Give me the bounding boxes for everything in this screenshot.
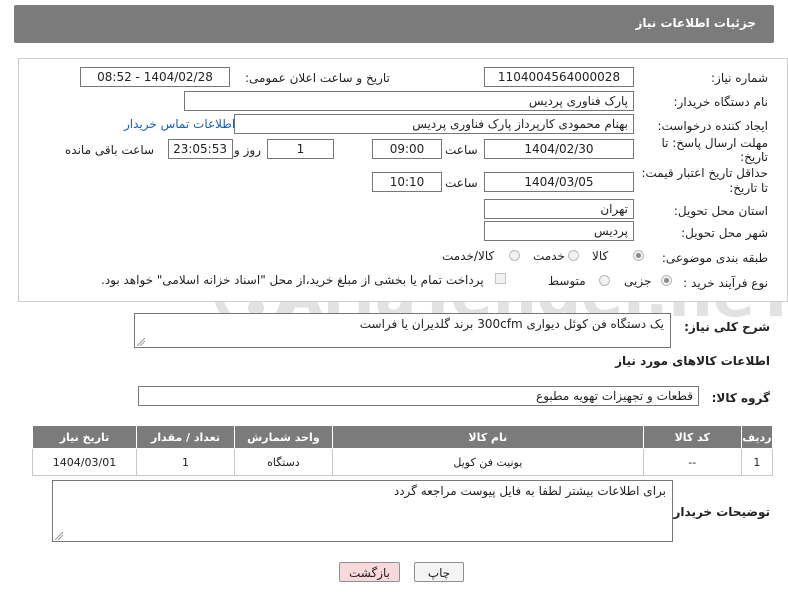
requester-label: ایجاد کننده درخواست: (657, 119, 768, 133)
category-radio-goods-service[interactable] (509, 250, 520, 261)
col-header-code: کد کالا (642, 425, 742, 449)
col-header-need-date: تاریخ نیاز (31, 425, 138, 449)
category-option-goods-service: کالا/خدمت (442, 249, 495, 263)
print-button[interactable]: چاپ (414, 562, 464, 582)
reply-date-field[interactable]: 1404/02/30 (484, 139, 634, 159)
province-label: استان محل تحویل: (673, 204, 768, 218)
cell-item-name: یونیت فن کویل (331, 448, 644, 476)
need-number-label: شماره نیاز: (711, 71, 768, 85)
treasury-payment-note: پرداخت تمام یا بخشی از مبلغ خرید،از محل … (101, 273, 484, 287)
resize-grip-icon[interactable] (137, 338, 145, 346)
announce-datetime-label: تاریخ و ساعت اعلان عمومی: (245, 71, 390, 85)
remaining-time-field[interactable]: 23:05:53 (168, 139, 233, 159)
purchase-type-radio-minor[interactable] (661, 275, 672, 286)
cell-quantity: 1 (136, 448, 235, 476)
col-header-row: ردیف (740, 425, 774, 449)
page-title: جزئیات اطلاعات نیاز (635, 16, 756, 30)
price-validity-time-field[interactable]: 10:10 (372, 172, 442, 192)
purchase-type-option-minor: جزیی (624, 274, 652, 288)
remaining-time-label: ساعت باقی مانده (65, 143, 155, 157)
table-row: 1 -- یونیت فن کویل دستگاه 1 1404/03/01 (31, 448, 774, 476)
summary-label: شرح کلی نیاز: (684, 320, 770, 334)
province-field[interactable]: تهران (484, 199, 634, 219)
reply-time-label: ساعت (445, 143, 478, 157)
price-validity-time-label: ساعت (445, 176, 478, 190)
buyer-contact-link[interactable]: اطلاعات تماس خریدار (124, 117, 235, 131)
category-radio-service[interactable] (568, 250, 579, 261)
category-option-service: خدمت (533, 249, 565, 263)
goods-group-field[interactable]: قطعات و تجهیزات تهویه مطبوع (138, 386, 699, 406)
city-field[interactable]: پردیس (484, 221, 634, 241)
buyer-notes-textarea[interactable]: برای اطلاعات بیشتر لطفا به فایل پیوست مر… (52, 480, 673, 542)
reply-deadline-label-2: تاریخ: (740, 150, 768, 164)
page-header: جزئیات اطلاعات نیاز (14, 5, 774, 43)
summary-textarea[interactable]: یک دستگاه فن کوئل دیواری 300cfm برند گلد… (134, 313, 671, 348)
city-label: شهر محل تحویل: (681, 226, 768, 240)
goods-group-label: گروه کالا: (711, 391, 770, 405)
requester-field[interactable]: بهنام محمودی کارپرداز پارک فناوری پردیس (234, 114, 634, 134)
col-header-name: نام کالا (331, 425, 644, 449)
purchase-type-label: نوع فرآیند خرید : (683, 276, 768, 290)
announce-datetime-field[interactable]: 1404/02/28 - 08:52 (80, 67, 230, 87)
back-button[interactable]: بازگشت (339, 562, 400, 582)
remaining-days-field[interactable]: 1 (267, 139, 334, 159)
cell-need-date: 1404/03/01 (31, 448, 138, 476)
category-option-goods: کالا (592, 249, 609, 263)
category-label: طبقه بندی موضوعی: (661, 251, 768, 265)
buyer-org-field[interactable]: پارک فناوری پردیس (184, 91, 634, 111)
price-validity-label: حداقل تاریخ اعتبار قیمت: (641, 166, 768, 180)
resize-grip-icon[interactable] (55, 532, 63, 540)
cell-unit: دستگاه (233, 448, 333, 476)
cell-item-code: -- (642, 448, 742, 476)
purchase-type-radio-medium[interactable] (599, 275, 610, 286)
need-number-field[interactable]: 1104004564000028 (484, 67, 634, 87)
items-table: ردیف کد کالا نام کالا واحد شمارش تعداد /… (31, 425, 774, 476)
category-radio-goods[interactable] (633, 250, 644, 261)
buyer-org-label: نام دستگاه خریدار: (673, 95, 769, 109)
reply-time-field[interactable]: 09:00 (372, 139, 442, 159)
treasury-payment-checkbox[interactable] (495, 273, 506, 284)
summary-text: یک دستگاه فن کوئل دیواری 300cfm برند گلد… (359, 317, 664, 331)
days-label: روز و (234, 143, 261, 157)
price-validity-label-2: تا تاریخ: (729, 181, 768, 195)
col-header-unit: واحد شمارش (233, 425, 333, 449)
goods-section-title: اطلاعات کالاهای مورد نیاز (615, 354, 770, 368)
purchase-type-option-medium: متوسط (548, 274, 586, 288)
cell-row-number: 1 (740, 448, 774, 476)
price-validity-date-field[interactable]: 1404/03/05 (484, 172, 634, 192)
buyer-notes-label: توضیحات خریدار: (668, 505, 770, 519)
buyer-notes-text: برای اطلاعات بیشتر لطفا به فایل پیوست مر… (393, 484, 666, 498)
col-header-quantity: تعداد / مقدار (136, 425, 235, 449)
reply-deadline-label: مهلت ارسال پاسخ: تا (661, 136, 768, 150)
